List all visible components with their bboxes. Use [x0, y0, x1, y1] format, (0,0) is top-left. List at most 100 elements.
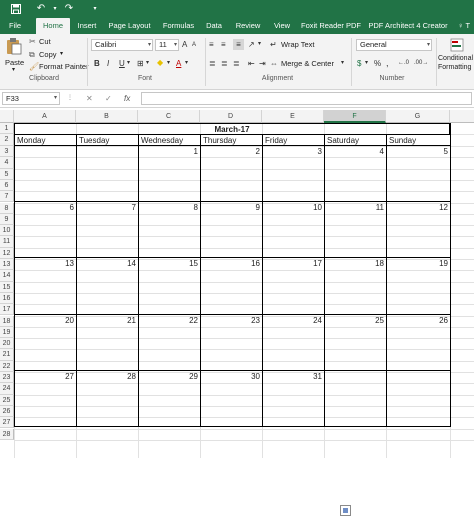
save-icon[interactable] [9, 2, 23, 16]
calendar-day-cell[interactable]: 26 [386, 314, 450, 371]
day-header[interactable]: Saturday [324, 134, 386, 146]
calendar-day-cell[interactable]: 27 [14, 370, 76, 427]
calendar-day-cell[interactable]: 7 [76, 202, 138, 259]
row-header[interactable]: 2 [0, 134, 14, 146]
enter-icon[interactable]: ✓ [105, 92, 112, 105]
tab-data[interactable]: Data [203, 18, 225, 34]
tab-pdf-architect[interactable]: PDF Architect 4 Creator [368, 18, 448, 34]
worksheet-grid[interactable]: March-17 Monday Tuesday Wednesday Thursday F… [14, 123, 474, 516]
column-header-selected[interactable]: F [324, 110, 386, 123]
row-header[interactable]: 21 [0, 349, 14, 361]
row-header[interactable]: 13 [0, 259, 14, 271]
insert-function-icon[interactable]: fx [124, 92, 130, 105]
calendar-title[interactable]: March-17 [14, 123, 450, 134]
fill-color-dropdown-icon[interactable]: ▾ [167, 58, 170, 69]
number-format-select[interactable]: General ▾ [356, 39, 432, 51]
calendar-day-cell[interactable]: 17 [262, 258, 324, 315]
row-header[interactable]: 12 [0, 247, 14, 259]
align-middle-icon[interactable]: ≡ [221, 39, 226, 50]
row-header[interactable]: 18 [0, 315, 14, 327]
calendar-day-cell[interactable]: 21 [76, 314, 138, 371]
row-header[interactable]: 15 [0, 281, 14, 293]
calendar-day-cell[interactable]: 18 [324, 258, 386, 315]
formula-input[interactable] [141, 92, 472, 105]
row-header[interactable]: 1 [0, 123, 14, 134]
row-header[interactable]: 7 [0, 191, 14, 203]
row-header[interactable]: 22 [0, 360, 14, 372]
calendar-day-cell[interactable]: 2 [200, 146, 262, 203]
format-painter-button[interactable]: Format Painter [39, 61, 89, 72]
conditional-formatting-button[interactable]: Conditional Formatting [438, 37, 474, 75]
font-color-dropdown-icon[interactable]: ▾ [185, 58, 188, 69]
decrease-indent-icon[interactable]: ⇤ [248, 58, 255, 69]
tab-page-layout[interactable]: Page Layout [106, 18, 153, 34]
select-all-button[interactable] [0, 110, 14, 123]
orientation-dropdown-icon[interactable]: ▾ [258, 39, 261, 50]
cancel-icon[interactable]: ✕ [86, 92, 93, 105]
calendar-day-cell[interactable]: 11 [324, 202, 386, 259]
calendar-day-cell[interactable]: 6 [14, 202, 76, 259]
drag-handle-icon[interactable]: ⋮ [67, 92, 73, 105]
day-header[interactable]: Monday [14, 134, 76, 146]
font-size-select[interactable]: 11 ▾ [155, 39, 179, 51]
italic-button[interactable]: I [107, 58, 109, 69]
merge-center-dropdown-icon[interactable]: ▾ [341, 58, 344, 69]
merge-center-button[interactable]: Merge & Center [281, 58, 334, 69]
copy-dropdown-icon[interactable]: ▾ [60, 49, 63, 60]
customize-icon[interactable]: ▾ [88, 2, 102, 16]
align-bottom-icon[interactable]: ≡ [233, 39, 244, 50]
column-header[interactable]: E [262, 110, 324, 123]
align-center-icon[interactable]: ≣ [221, 58, 228, 69]
row-header[interactable]: 17 [0, 304, 14, 316]
row-header[interactable]: 3 [0, 146, 14, 158]
day-header[interactable]: Thursday [200, 134, 262, 146]
day-header[interactable]: Wednesday [138, 134, 200, 146]
calendar-day-cell[interactable]: 8 [138, 202, 200, 259]
row-header[interactable]: 10 [0, 225, 14, 237]
calendar-day-cell[interactable]: 9 [200, 202, 262, 259]
calendar-day-cell[interactable]: 15 [138, 258, 200, 315]
accounting-dropdown-icon[interactable]: ▾ [365, 58, 368, 69]
tab-file[interactable]: File [3, 18, 27, 34]
percent-style-icon[interactable]: % [374, 58, 381, 69]
tell-me-icon[interactable]: ♀ T [455, 18, 473, 34]
tab-insert[interactable]: Insert [73, 18, 101, 34]
row-header[interactable]: 25 [0, 394, 14, 406]
copy-button[interactable]: Copy [39, 49, 57, 60]
day-header[interactable]: Friday [262, 134, 324, 146]
align-left-icon[interactable]: ≣ [209, 58, 216, 69]
font-name-select[interactable]: Calibri ▾ [91, 39, 153, 51]
tab-view[interactable]: View [270, 18, 294, 34]
calendar-day-cell[interactable]: 13 [14, 258, 76, 315]
increase-indent-icon[interactable]: ⇥ [259, 58, 266, 69]
increase-decimal-icon[interactable]: ←.0 [398, 58, 409, 69]
column-header[interactable]: A [14, 110, 76, 123]
underline-dropdown-icon[interactable]: ▾ [127, 58, 130, 69]
shrink-font-icon[interactable]: A [192, 40, 196, 51]
calendar-day-cell[interactable] [324, 370, 386, 427]
calendar-day-cell[interactable]: 30 [200, 370, 262, 427]
column-header[interactable]: B [76, 110, 138, 123]
row-header[interactable]: 4 [0, 157, 14, 169]
decrease-decimal-icon[interactable]: .00→ [414, 58, 428, 69]
calendar-day-cell[interactable]: 16 [200, 258, 262, 315]
row-header[interactable]: 9 [0, 213, 14, 226]
column-header[interactable]: D [200, 110, 262, 123]
calendar-day-cell[interactable]: 10 [262, 202, 324, 259]
row-header[interactable]: 11 [0, 236, 14, 248]
calendar-day-cell[interactable]: 19 [386, 258, 450, 315]
comma-style-icon[interactable]: , [386, 58, 389, 69]
calendar-day-cell[interactable]: 14 [76, 258, 138, 315]
row-header[interactable]: 14 [0, 270, 14, 282]
tab-foxit-reader-pdf[interactable]: Foxit Reader PDF [300, 18, 362, 34]
borders-icon[interactable]: ⊞ [137, 58, 144, 69]
calendar-day-cell[interactable] [76, 146, 138, 203]
calendar-day-cell[interactable]: 5 [386, 146, 450, 203]
calendar-day-cell[interactable]: 29 [138, 370, 200, 427]
calendar-day-cell[interactable]: 24 [262, 314, 324, 371]
row-header[interactable]: 19 [0, 326, 14, 339]
calendar-day-cell[interactable]: 28 [76, 370, 138, 427]
fill-color-icon[interactable]: ◆ [157, 57, 163, 68]
borders-dropdown-icon[interactable]: ▾ [146, 58, 149, 69]
align-top-icon[interactable]: ≡ [209, 39, 214, 50]
